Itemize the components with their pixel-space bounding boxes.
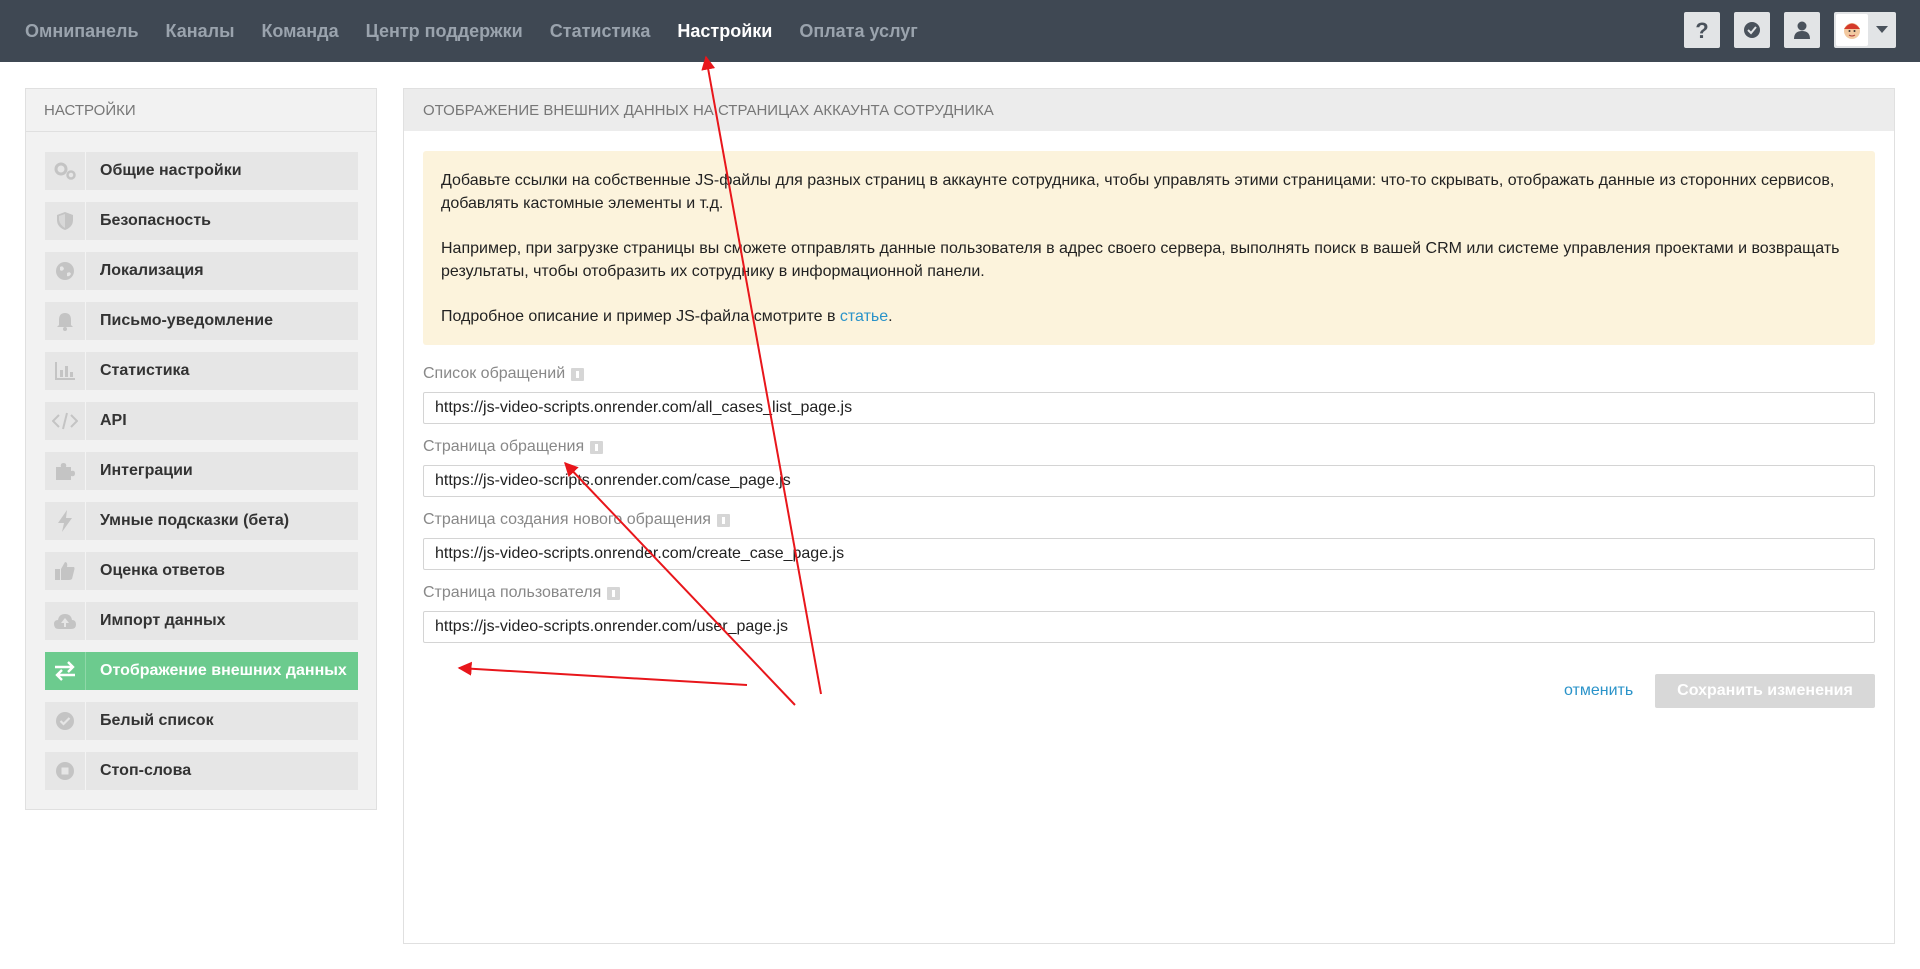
avatar — [1836, 14, 1868, 46]
sidebar-item-statistics[interactable]: Статистика — [45, 352, 358, 390]
nav-channels[interactable]: Каналы — [166, 21, 235, 42]
sidebar-item-notification[interactable]: Письмо-уведомление — [45, 302, 358, 340]
sidebar-item-security[interactable]: Безопасность — [45, 202, 358, 240]
puzzle-icon — [45, 452, 86, 490]
panel-title: ОТОБРАЖЕНИЕ ВНЕШНИХ ДАННЫХ НА СТРАНИЦАХ … — [404, 89, 1894, 131]
sidebar-item-label: API — [100, 412, 127, 429]
stop-circle-icon — [45, 752, 86, 790]
code-icon — [45, 402, 86, 440]
cancel-link[interactable]: отменить — [1564, 682, 1633, 700]
field-label-user-page: Страница пользователя — [423, 584, 621, 602]
sidebar-item-localization[interactable]: Локализация — [45, 252, 358, 290]
nav-statistics[interactable]: Статистика — [550, 21, 651, 42]
field-label-text: Страница обращения — [423, 438, 585, 455]
field-label-text: Список обращений — [423, 365, 566, 382]
sidebar-item-import[interactable]: Импорт данных — [45, 602, 358, 640]
article-link[interactable]: статье — [840, 308, 888, 325]
thumbs-up-icon — [45, 552, 86, 590]
sidebar-item-whitelist[interactable]: Белый список — [45, 702, 358, 740]
sidebar-item-label: Стоп-слова — [100, 762, 192, 779]
nav-support-center[interactable]: Центр поддержки — [366, 21, 523, 42]
status-button[interactable] — [1734, 12, 1770, 48]
globe-icon — [45, 252, 86, 290]
settings-sidebar: НАСТРОЙКИ Общие настройки Безопасность Л… — [25, 88, 377, 810]
nav-billing[interactable]: Оплата услуг — [799, 21, 917, 42]
sidebar-item-stop-words[interactable]: Стоп-слова — [45, 752, 358, 790]
nav-omnipanel[interactable]: Омнипанель — [25, 21, 139, 42]
field-label-text: Страница пользователя — [423, 584, 602, 601]
nav-team[interactable]: Команда — [261, 21, 338, 42]
field-label-text: Страница создания нового обращения — [423, 511, 711, 528]
sidebar-item-label: Умные подсказки (бета) — [100, 512, 290, 529]
info-paragraph-1: Добавьте ссылки на собственные JS-файлы … — [441, 172, 1835, 212]
check-badge-icon — [45, 702, 86, 740]
swap-arrows-icon — [45, 652, 86, 690]
sidebar-item-api[interactable]: API — [45, 402, 358, 440]
bell-icon — [45, 302, 86, 340]
user-icon — [1794, 21, 1810, 39]
sidebar-item-general[interactable]: Общие настройки — [45, 152, 358, 190]
top-navigation-bar: Омнипанель Каналы Команда Центр поддержк… — [0, 0, 1920, 62]
sidebar-item-label: Общие настройки — [100, 162, 242, 179]
profile-button[interactable] — [1784, 12, 1820, 48]
svg-text:?: ? — [1695, 19, 1708, 41]
help-button[interactable]: ? — [1684, 12, 1720, 48]
sidebar-item-smart-hints[interactable]: Умные подсказки (бета) — [45, 502, 358, 540]
sidebar-item-label: Импорт данных — [100, 612, 226, 629]
save-button[interactable]: Сохранить изменения — [1655, 674, 1875, 708]
sidebar-item-label: Отображение внешних данных — [100, 662, 347, 679]
shield-icon — [45, 202, 86, 240]
nav-settings[interactable]: Настройки — [677, 21, 772, 42]
lightning-icon — [45, 502, 86, 540]
help-icon: ? — [1695, 19, 1708, 41]
gears-icon — [45, 152, 86, 190]
sidebar-item-label: Оценка ответов — [100, 562, 225, 579]
info-icon[interactable] — [607, 586, 621, 600]
avatar-menu-button[interactable] — [1834, 12, 1896, 48]
sidebar-item-label: Статистика — [100, 362, 190, 379]
sidebar-item-ratings[interactable]: Оценка ответов — [45, 552, 358, 590]
case-page-url-input[interactable] — [423, 465, 1875, 497]
external-data-panel: ОТОБРАЖЕНИЕ ВНЕШНИХ ДАННЫХ НА СТРАНИЦАХ … — [403, 88, 1895, 944]
info-box: Добавьте ссылки на собственные JS-файлы … — [423, 151, 1875, 345]
sidebar-item-label: Локализация — [100, 262, 204, 279]
main-nav: Омнипанель Каналы Команда Центр поддержк… — [25, 0, 945, 62]
new-case-page-url-input[interactable] — [423, 538, 1875, 570]
user-page-url-input[interactable] — [423, 611, 1875, 643]
info-paragraph-2: Например, при загрузке страницы вы сможе… — [441, 240, 1840, 280]
info-paragraph-3: Подробное описание и пример JS-файла смо… — [441, 305, 1857, 328]
info-text: Подробное описание и пример JS-файла смо… — [441, 308, 840, 325]
cases-list-url-input[interactable] — [423, 392, 1875, 424]
cloud-upload-icon — [45, 602, 86, 640]
info-icon[interactable] — [716, 513, 730, 527]
info-icon[interactable] — [590, 440, 604, 454]
info-text-end: . — [888, 308, 893, 325]
caret-down-icon — [1876, 26, 1888, 33]
sidebar-item-label: Безопасность — [100, 212, 211, 229]
info-icon[interactable] — [571, 367, 585, 381]
top-right-icons: ? — [1670, 12, 1896, 48]
field-label-case-page: Страница обращения — [423, 438, 604, 456]
sidebar-item-integrations[interactable]: Интеграции — [45, 452, 358, 490]
check-shield-icon — [1744, 22, 1760, 38]
bar-chart-icon — [45, 352, 86, 390]
sidebar-title: НАСТРОЙКИ — [26, 89, 376, 132]
sidebar-item-label: Белый список — [100, 712, 214, 729]
field-label-new-case-page: Страница создания нового обращения — [423, 511, 730, 529]
sidebar-item-label: Интеграции — [100, 462, 193, 479]
sidebar-item-label: Письмо-уведомление — [100, 312, 274, 329]
sidebar-item-external-data[interactable]: Отображение внешних данных — [45, 652, 358, 690]
field-label-cases-list: Список обращений — [423, 365, 585, 383]
